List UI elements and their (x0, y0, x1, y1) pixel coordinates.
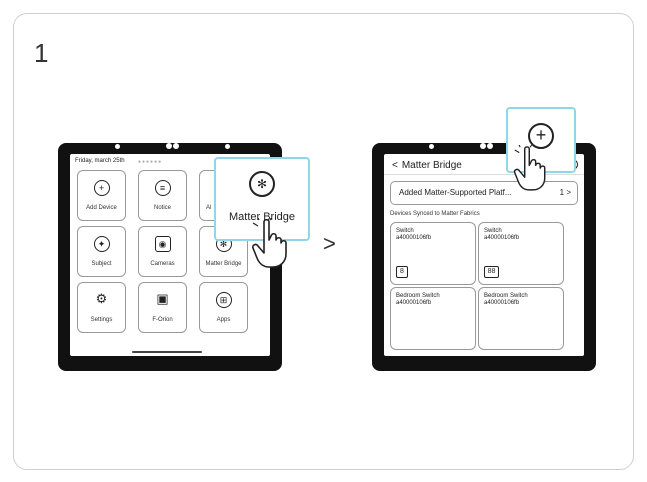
switch-icon: 88 (484, 266, 499, 278)
synced-section-label: Devices Synced to Matter Fabrics (390, 211, 480, 217)
switch-icon: 8 (396, 266, 408, 278)
divider (384, 174, 584, 175)
back-icon[interactable]: < (392, 160, 398, 171)
hand-pointer-icon (513, 145, 546, 191)
tile-label: Notice (153, 205, 171, 211)
tile-label: Apps (216, 317, 231, 323)
matter-bridge-icon: ✻ (249, 171, 275, 197)
right-screen: <Matter Bridge + Added Matter-Supported … (384, 154, 584, 356)
camera-dot (115, 144, 120, 149)
date-label: Friday, march 25th (75, 158, 125, 164)
tile-settings[interactable]: ⚙ Settings (77, 282, 126, 333)
camera-icon: ◉ (154, 236, 171, 252)
gear-icon: ⚙ (95, 291, 108, 306)
step-number: 1 (34, 38, 49, 68)
tile-label: Subject (91, 261, 112, 267)
right-device: <Matter Bridge + Added Matter-Supported … (372, 143, 596, 371)
tile-label: F-Orion (152, 317, 173, 323)
next-step-arrow: > (323, 231, 336, 256)
tile-apps[interactable]: ⊞ Apps (199, 282, 248, 333)
tile-notice[interactable]: ≡ Notice (138, 170, 187, 221)
device-id: a40000106fb (484, 300, 520, 306)
device-card[interactable]: Bedroom Switch a40000106fb (478, 287, 564, 350)
tile-cameras[interactable]: ◉ Cameras (138, 226, 187, 277)
camera-dual (480, 143, 494, 149)
scene-icon: ✦ (93, 236, 110, 252)
page-dots: ●●●●●● (138, 159, 163, 165)
hand-pointer-icon (252, 218, 287, 268)
device-card[interactable]: Bedroom Switch a40000106fb (390, 287, 476, 350)
device-card[interactable]: Switch a40000106fb 8 (390, 222, 476, 285)
added-platforms-label: Added Matter-Supported Platf... (399, 188, 512, 197)
home-indicator (132, 351, 202, 353)
camera-dot (225, 144, 230, 149)
page-title: < Matter Bridge (392, 160, 462, 171)
robot-icon: ▣ (156, 291, 169, 306)
title-text: Matter Bridge (401, 160, 462, 171)
tile-label: Cameras (150, 261, 175, 267)
device-id: a40000106fb (484, 235, 520, 241)
device-id: a40000106fb (396, 300, 432, 306)
added-count: 1 > (559, 188, 571, 197)
device-id: a40000106fb (396, 235, 432, 241)
plus-circle-icon: + (93, 180, 110, 196)
device-name: Switch (484, 228, 502, 234)
tile-add-device[interactable]: + Add Device (77, 170, 126, 221)
device-name: Bedroom Switch (484, 293, 528, 299)
camera-dual (166, 143, 180, 149)
camera-dot (429, 144, 434, 149)
notice-icon: ≡ (154, 180, 171, 196)
device-name: Switch (396, 228, 414, 234)
tile-label: Settings (90, 317, 113, 323)
device-card[interactable]: Switch a40000106fb 88 (478, 222, 564, 285)
tile-subject[interactable]: ✦ Subject (77, 226, 126, 277)
tile-label: Add Device (86, 205, 117, 211)
apps-icon: ⊞ (215, 292, 232, 308)
tile-label: Matter Bridge (205, 261, 242, 267)
tile-f-orion[interactable]: ▣ F-Orion (138, 282, 187, 333)
device-name: Bedroom Switch (396, 293, 440, 299)
